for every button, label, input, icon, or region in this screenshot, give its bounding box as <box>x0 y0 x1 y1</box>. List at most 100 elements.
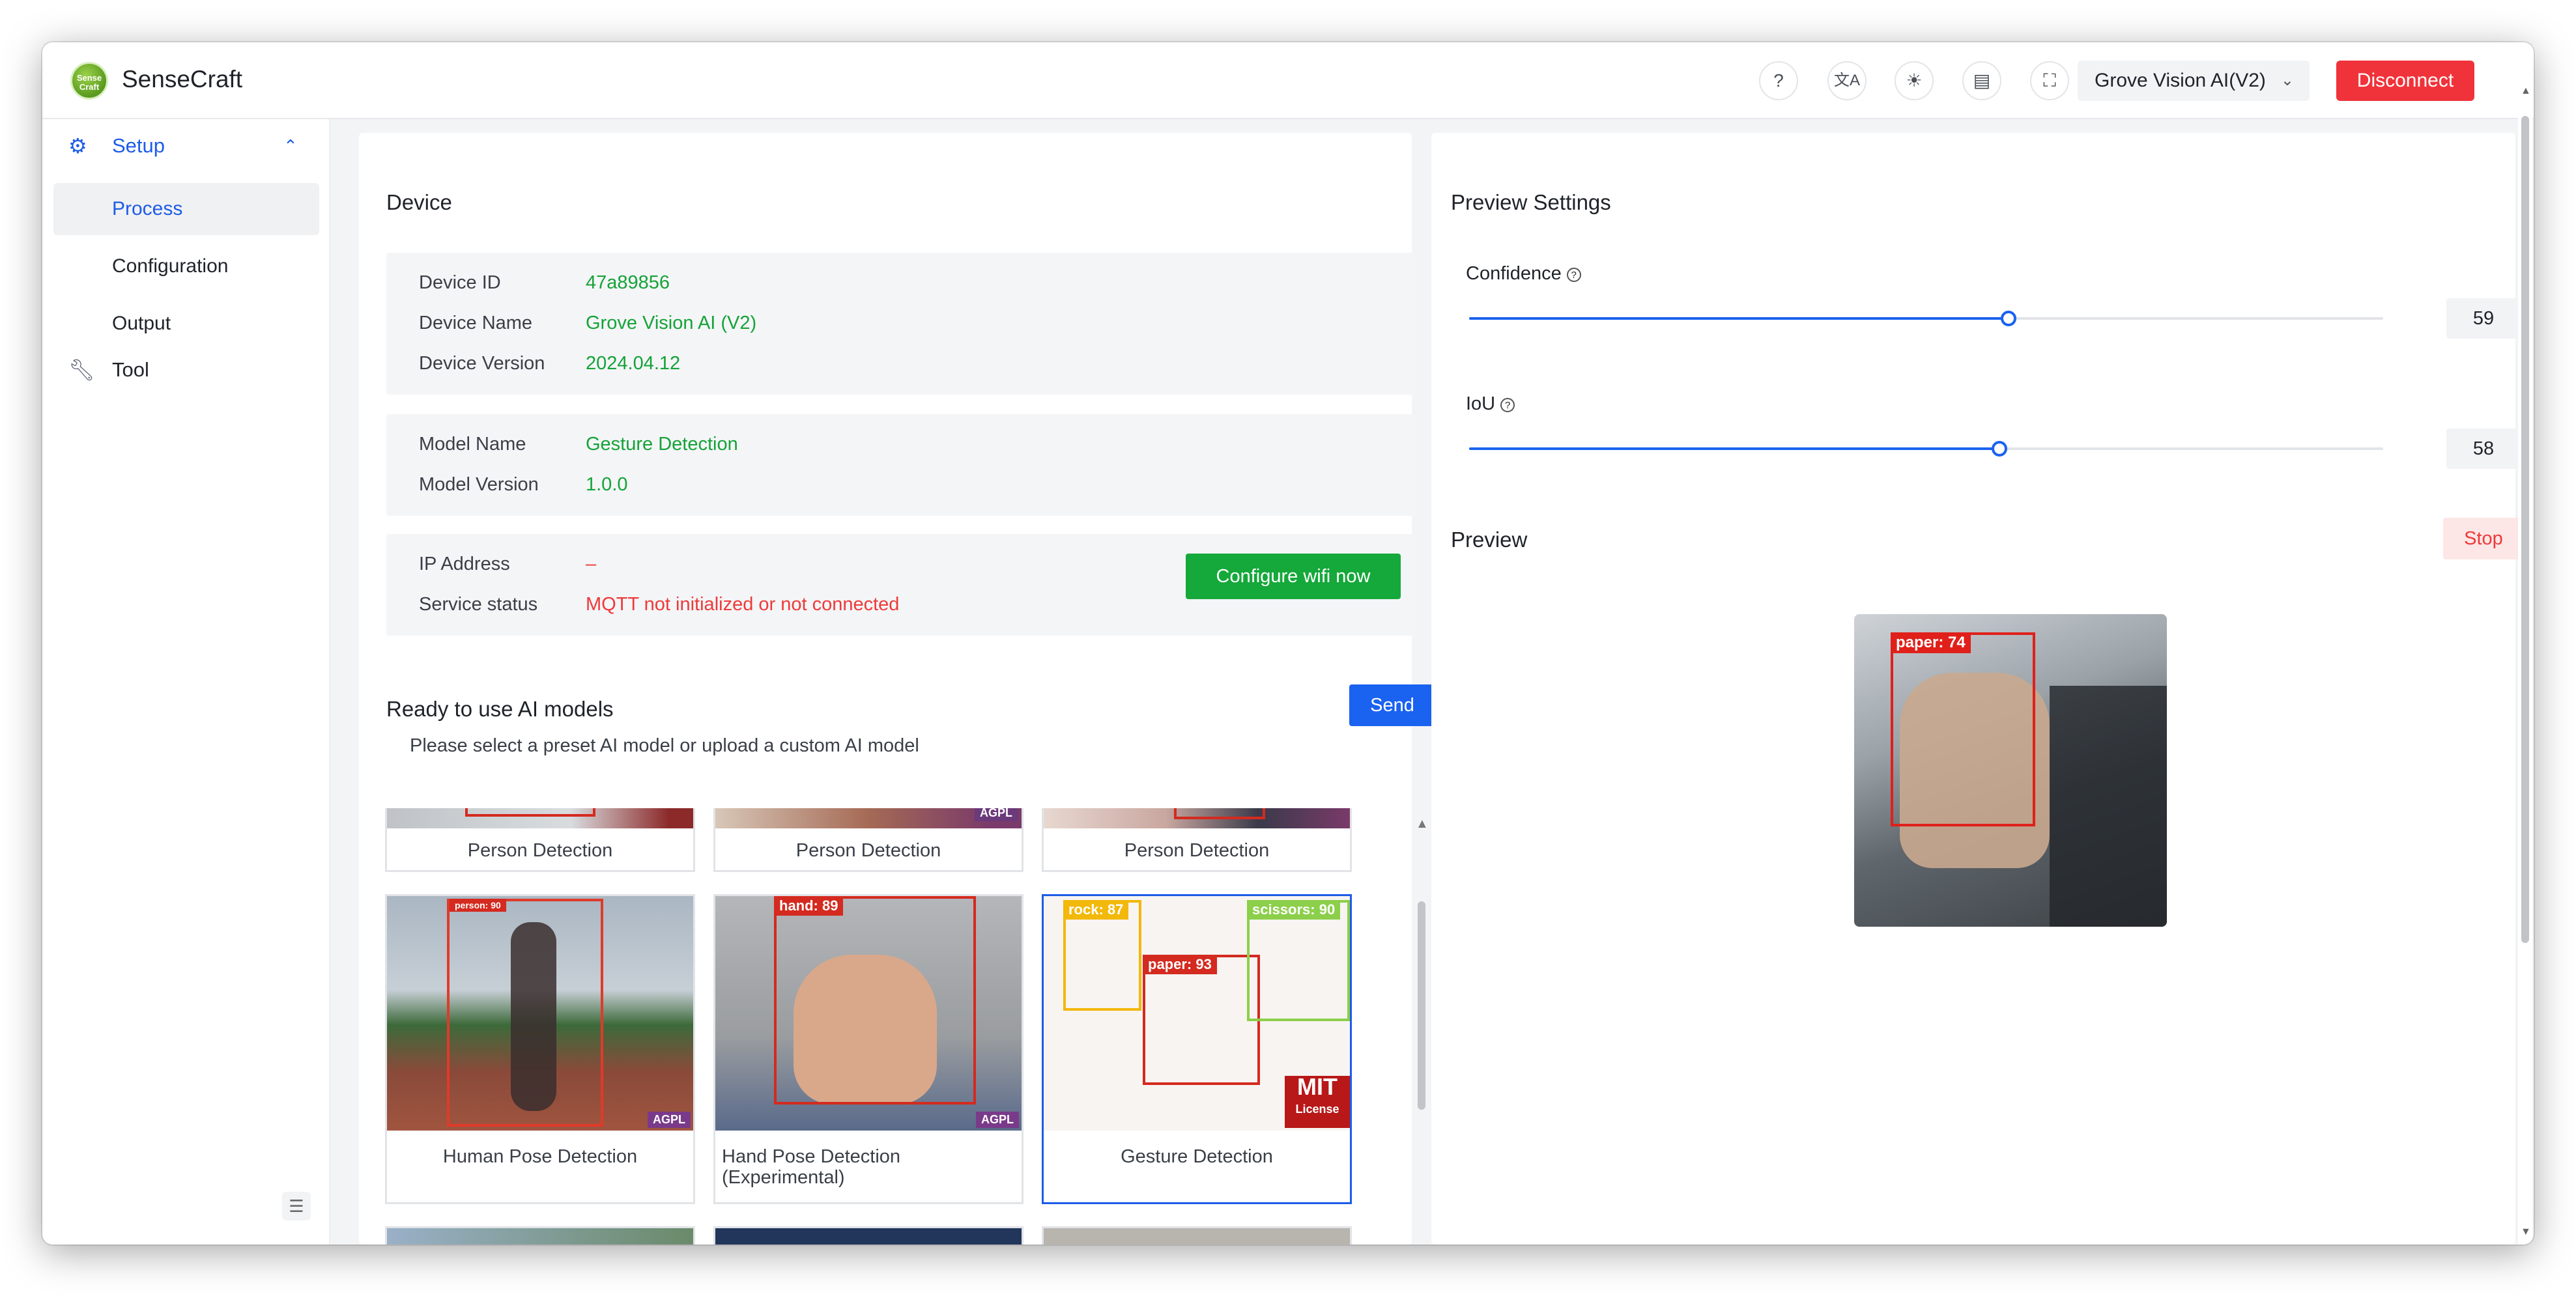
device-panel: Device Device ID 47a89856 Device Name Gr… <box>359 133 1435 1245</box>
sidebar-item-label: Setup <box>112 134 165 157</box>
bounding-box-paper <box>1143 955 1260 1085</box>
model-thumbnail: AGPL <box>715 808 1022 828</box>
sidebar: ⚙ Setup ⌃ Process Configuration Output 🔧… <box>42 119 330 1245</box>
bounding-box <box>465 808 595 817</box>
model-thumbnail: hand: 89 AGPL <box>715 896 1022 1131</box>
person-figure <box>511 922 556 1111</box>
chevron-up-icon: ⌃ <box>283 136 298 156</box>
model-grid-scrollbar[interactable] <box>1418 901 1425 1110</box>
model-card-next-2[interactable] <box>713 1226 1023 1245</box>
box-label: rock: 87 <box>1063 900 1129 920</box>
gear-icon: ⚙ <box>68 134 87 158</box>
top-header: Sense Craft SenseCraft ? 文A ☀ ▤ ⛶ Grove … <box>42 42 2534 119</box>
box-label: hand: 89 <box>774 896 844 916</box>
sidebar-item-process[interactable]: Process <box>53 183 319 235</box>
device-id-label: Device ID <box>419 272 501 293</box>
person-figure <box>2050 686 2167 927</box>
model-card-person-2[interactable]: AGPL Person Detection <box>713 808 1023 872</box>
iou-slider-fill <box>1469 447 1999 450</box>
sidebar-item-label: Tool <box>112 358 149 381</box>
iou-slider[interactable] <box>1469 441 2383 457</box>
scroll-up-icon[interactable]: ▲ <box>2521 85 2531 97</box>
confidence-input[interactable]: 59 <box>2446 298 2521 339</box>
model-info-box: Model Name Gesture Detection Model Versi… <box>386 414 1417 516</box>
send-button[interactable]: Send <box>1349 684 1435 726</box>
device-name-label: Device Name <box>419 313 533 333</box>
model-name-value: Gesture Detection <box>586 434 738 455</box>
model-card-name: Person Detection <box>467 840 613 861</box>
model-card-next-1[interactable] <box>385 1226 695 1245</box>
license-badge: AGPL <box>975 1112 1019 1128</box>
sidebar-item-configuration[interactable]: Configuration <box>53 240 319 292</box>
ip-address-value: – <box>586 554 597 574</box>
model-card-name: Person Detection <box>1124 840 1270 861</box>
collapse-sidebar-icon[interactable]: ☰ <box>282 1192 311 1220</box>
iou-label: IoU? <box>1466 393 1515 415</box>
model-thumbnail <box>387 808 693 828</box>
iou-input[interactable]: 58 <box>2446 429 2521 469</box>
model-grid: Person Detection AGPL Person Detection P… <box>385 808 1382 1245</box>
camera-preview: paper: 74 <box>1854 614 2167 927</box>
confidence-slider[interactable] <box>1469 311 2383 326</box>
window-scrollbar[interactable]: ▲ ▼ <box>2518 74 2532 1245</box>
ip-address-label: IP Address <box>419 554 510 574</box>
confidence-slider-fill <box>1469 317 2009 320</box>
docs-icon[interactable]: ▤ <box>1962 61 2001 100</box>
model-card-person-3[interactable]: Person Detection <box>1042 808 1352 872</box>
help-icon[interactable]: ? <box>1759 61 1798 100</box>
box-label: paper: 93 <box>1143 955 1217 974</box>
translate-icon[interactable]: 文A <box>1827 61 1867 100</box>
confidence-slider-handle[interactable] <box>2000 311 2016 326</box>
sidebar-item-tool[interactable]: 🔧︎ Tool <box>42 343 330 397</box>
disconnect-button[interactable]: Disconnect <box>2336 61 2474 101</box>
model-card-name: Person Detection <box>795 840 941 861</box>
box-label: person: 90 <box>450 899 506 912</box>
model-version-value: 1.0.0 <box>586 474 628 495</box>
theme-icon[interactable]: ☀ <box>1895 61 1934 100</box>
confidence-label: Confidence? <box>1466 263 1581 285</box>
mit-license-badge: MIT License <box>1285 1075 1350 1128</box>
brand-name: SenseCraft <box>122 66 243 92</box>
service-status-value: MQTT not initialized or not connected <box>586 594 900 615</box>
model-card-person-1[interactable]: Person Detection <box>385 808 695 872</box>
iou-label-text: IoU <box>1466 393 1496 414</box>
configure-wifi-button[interactable]: Configure wifi now <box>1186 554 1401 599</box>
confidence-label-text: Confidence <box>1466 263 1562 284</box>
sidebar-item-output[interactable]: Output <box>53 298 319 350</box>
license-badge: AGPL <box>647 1112 691 1128</box>
box-label: scissors: 90 <box>1247 900 1341 920</box>
iou-slider-handle[interactable] <box>1991 441 2007 457</box>
bounding-box <box>774 896 976 1105</box>
models-title: Ready to use AI models <box>386 697 614 721</box>
model-card-name: Gesture Detection <box>1121 1146 1273 1167</box>
device-select[interactable]: Grove Vision AI(V2) ⌄ <box>2078 61 2310 101</box>
help-icon[interactable]: ? <box>1500 398 1515 412</box>
model-version-label: Model Version <box>419 474 539 495</box>
preview-bounding-box <box>1891 632 2035 826</box>
license-label: License <box>1295 1103 1339 1116</box>
preview-box-label: paper: 74 <box>1891 632 1971 653</box>
fullscreen-icon[interactable]: ⛶ <box>2030 61 2069 100</box>
model-card-human-pose[interactable]: person: 90 AGPL Human Pose Detection <box>385 894 695 1204</box>
model-name-label: Model Name <box>419 434 526 455</box>
model-card-next-3[interactable] <box>1042 1226 1352 1245</box>
network-info-box: IP Address – Service status MQTT not ini… <box>386 534 1417 636</box>
bounding-box <box>1174 808 1265 819</box>
help-icon[interactable]: ? <box>1566 268 1581 282</box>
device-name-value: Grove Vision AI (V2) <box>586 313 757 333</box>
scroll-up-icon[interactable]: ▲ <box>1416 817 1429 832</box>
sidebar-item-setup[interactable]: ⚙ Setup ⌃ <box>42 119 330 173</box>
device-select-value: Grove Vision AI(V2) <box>2095 70 2266 91</box>
chevron-down-icon: ⌄ <box>2280 72 2294 89</box>
model-thumbnail <box>1044 808 1350 828</box>
preview-panel: Preview Settings Confidence? 59 IoU? 58 … <box>1431 133 2524 1245</box>
preview-title: Preview <box>1451 528 1528 552</box>
model-card-gesture[interactable]: rock: 87 paper: 93 scissors: 90 MIT Lice… <box>1042 894 1352 1204</box>
license-badge: AGPL <box>974 808 1018 821</box>
scroll-down-icon[interactable]: ▼ <box>2521 1226 2531 1238</box>
model-card-hand-pose[interactable]: hand: 89 AGPL Hand Pose Detection (Exper… <box>713 894 1023 1204</box>
stop-button[interactable]: Stop <box>2443 518 2524 559</box>
model-thumbnail: rock: 87 paper: 93 scissors: 90 MIT Lice… <box>1044 896 1350 1131</box>
device-title: Device <box>386 190 452 214</box>
window-scrollbar-thumb[interactable] <box>2521 116 2529 943</box>
